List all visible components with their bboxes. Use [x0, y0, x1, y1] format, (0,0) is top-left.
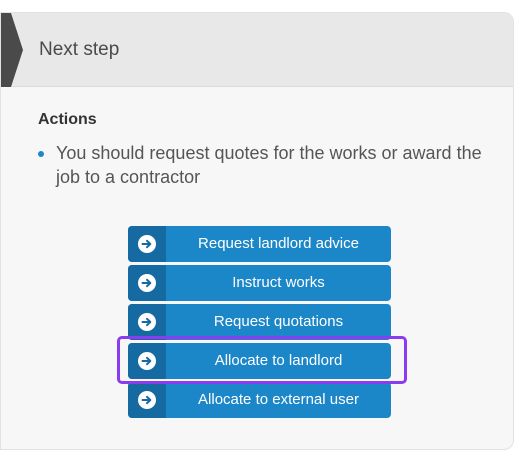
button-icon-box [128, 304, 166, 340]
panel-title: Next step [39, 39, 120, 60]
arrow-right-circle-icon [138, 313, 156, 331]
bullet-text: You should request quotes for the works … [56, 143, 482, 187]
button-icon-box [128, 226, 166, 262]
arrow-right-circle-icon [138, 274, 156, 292]
request-quotations-button[interactable]: Request quotations [128, 304, 391, 340]
button-icon-box [128, 382, 166, 418]
allocate-to-external-user-button[interactable]: Allocate to external user [128, 382, 391, 418]
button-label: Allocate to external user [198, 391, 359, 408]
instruct-works-button[interactable]: Instruct works [128, 265, 391, 301]
button-label: Request landlord advice [198, 235, 359, 252]
request-landlord-advice-button[interactable]: Request landlord advice [128, 226, 391, 262]
button-label: Instruct works [232, 274, 325, 291]
panel-header: Next step [1, 13, 513, 87]
button-label: Request quotations [213, 313, 344, 330]
selection-highlight [117, 336, 407, 384]
actions-heading: Actions [38, 111, 97, 128]
bullet-icon [38, 151, 44, 157]
step-marker-icon [1, 13, 23, 87]
button-icon-box [128, 265, 166, 301]
arrow-right-circle-icon [138, 235, 156, 253]
arrow-right-circle-icon [138, 391, 156, 409]
